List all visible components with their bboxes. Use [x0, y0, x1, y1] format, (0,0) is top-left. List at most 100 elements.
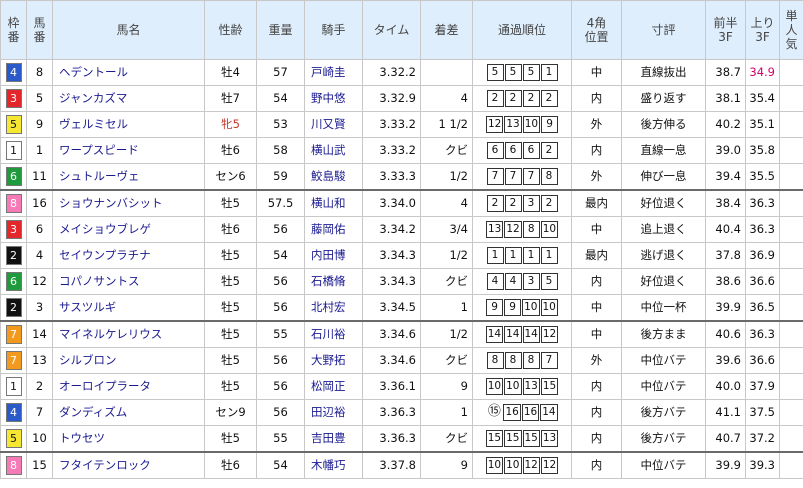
passing-box: 3	[522, 273, 540, 290]
passing-box: 9	[486, 299, 504, 316]
corner4-cell: 中	[571, 216, 622, 243]
horse-name-link[interactable]: ショウナンバシット	[52, 189, 205, 217]
jockey-link[interactable]: 大野拓	[304, 347, 363, 374]
last3f-cell: 35.8	[745, 137, 780, 164]
sexage-cell: 牡4	[204, 59, 257, 86]
horse-name-link[interactable]: トウセツ	[52, 425, 205, 453]
passing-box: 12	[522, 457, 540, 474]
passing-box: 6	[486, 142, 504, 159]
corner4-cell: 内	[571, 451, 622, 479]
table-row: 5 9 ヴェルミセル 牝5 53 川又賢 3.33.2 1 1/2 12 13 10 9 外後方伸る 40…	[0, 111, 803, 138]
jockey-link[interactable]: 石川裕	[304, 320, 363, 348]
jockey-link[interactable]: 横山和	[304, 189, 363, 217]
umaban-cell: 2	[26, 373, 53, 400]
passing-box: 10	[504, 457, 522, 474]
passing-box: ⑮	[487, 404, 501, 419]
horse-name-link[interactable]: オーロイプラータ	[52, 373, 205, 400]
first3f-cell: 39.0	[705, 137, 746, 164]
margin-cell: 1/2	[420, 242, 473, 269]
passing-box: 5	[504, 64, 522, 81]
passing-cell: ⑮ 16 16 14	[472, 399, 572, 426]
table-row: 3 5 ジャンカズマ 牡7 54 野中悠 3.32.9 4 2 2 2 2 内盛り返す 38.1 35.4	[0, 85, 803, 112]
header-row: 枠 番 馬 番 馬名 性齢 重量 騎手 タイム 着差 通過順位 4角 位置 寸評…	[0, 0, 803, 60]
horse-name-link[interactable]: フタイテンロック	[52, 451, 205, 479]
passing-box: 10	[540, 299, 558, 316]
weight-cell: 54	[256, 451, 305, 479]
pop-cell	[779, 373, 803, 400]
horse-name-link[interactable]: ヴェルミセル	[52, 111, 205, 138]
passing-box: 16	[521, 404, 540, 421]
passing-box: 8	[540, 168, 558, 185]
last3f-cell: 34.9	[745, 59, 780, 86]
jockey-link[interactable]: 戸崎圭	[304, 59, 363, 86]
horse-name-link[interactable]: コパノサントス	[52, 268, 205, 295]
margin-cell: 4	[420, 85, 473, 112]
horse-name-link[interactable]: マイネルケレリウス	[52, 320, 205, 348]
header-waku: 枠 番	[0, 0, 27, 60]
pop-cell	[779, 111, 803, 138]
horse-name-link[interactable]: ジャンカズマ	[52, 85, 205, 112]
umaban-cell: 14	[26, 320, 53, 348]
passing-box: 15	[504, 430, 522, 447]
sexage-cell: 牡5	[204, 294, 257, 322]
passing-order: 6662	[486, 142, 558, 159]
first3f-cell: 40.6	[705, 320, 746, 348]
jockey-link[interactable]: 藤岡佑	[304, 216, 363, 243]
weight-cell: 58	[256, 137, 305, 164]
passing-order: 5551	[486, 64, 558, 81]
passing-box: 9	[541, 116, 559, 133]
sexage-cell: 牡5	[204, 347, 257, 374]
jockey-link[interactable]: 横山武	[304, 137, 363, 164]
horse-name-link[interactable]: シルブロン	[52, 347, 205, 374]
passing-box: 7	[522, 168, 540, 185]
pop-cell	[779, 85, 803, 112]
horse-name-link[interactable]: シュトルーヴェ	[52, 163, 205, 191]
weight-cell: 55	[256, 320, 305, 348]
jockey-link[interactable]: 鮫島駿	[304, 163, 363, 191]
pop-cell	[779, 294, 803, 322]
horse-name-link[interactable]: ヘデントール	[52, 59, 205, 86]
jockey-link[interactable]: 北村宏	[304, 294, 363, 322]
first3f-cell: 39.4	[705, 163, 746, 191]
comment-cell: 伸び一息	[621, 163, 706, 191]
jockey-link[interactable]: 内田博	[304, 242, 363, 269]
jockey-link[interactable]: 川又賢	[304, 111, 363, 138]
horse-name-link[interactable]: ワープスピード	[52, 137, 205, 164]
time-cell: 3.34.3	[362, 268, 421, 295]
horse-name-link[interactable]: セイウンプラチナ	[52, 242, 205, 269]
horse-name-link[interactable]: メイショウブレゲ	[52, 216, 205, 243]
passing-order: 1111	[486, 247, 558, 264]
comment-cell: 直線一息	[621, 137, 706, 164]
waku-cell: 2	[0, 242, 27, 269]
passing-box: 15	[540, 378, 559, 395]
passing-order: 13 12 8 10	[485, 221, 559, 238]
jockey-link[interactable]: 田辺裕	[304, 399, 363, 426]
passing-box: 5	[522, 64, 540, 81]
passing-order: 10 10 12 12	[485, 457, 559, 474]
waku-cell: 7	[0, 347, 27, 374]
header-corner4: 4角 位置	[571, 0, 622, 60]
waku-cell: 3	[0, 85, 27, 112]
waku-cell: 7	[0, 320, 27, 348]
weight-cell: 55	[256, 425, 305, 453]
time-cell: 3.36.3	[362, 399, 421, 426]
passing-cell: 6662	[472, 137, 572, 164]
horse-name-link[interactable]: サスツルギ	[52, 294, 205, 322]
jockey-link[interactable]: 吉田豊	[304, 425, 363, 453]
passing-box: 14	[504, 326, 522, 343]
horse-name-link[interactable]: ダンディズム	[52, 399, 205, 426]
jockey-link[interactable]: 野中悠	[304, 85, 363, 112]
corner4-cell: 外	[571, 163, 622, 191]
header-sexage: 性齢	[204, 0, 257, 60]
pop-cell	[779, 137, 803, 164]
waku-badge: 5	[5, 115, 22, 134]
margin-cell: 1	[420, 399, 473, 426]
last3f-cell: 36.5	[745, 294, 780, 322]
passing-box: 2	[504, 90, 522, 107]
jockey-link[interactable]: 木幡巧	[304, 451, 363, 479]
jockey-link[interactable]: 松岡正	[304, 373, 363, 400]
jockey-link[interactable]: 石橋脩	[304, 268, 363, 295]
race-result-table: 枠 番 馬 番 馬名 性齢 重量 騎手 タイム 着差 通過順位 4角 位置 寸評…	[0, 0, 803, 479]
passing-box: 4	[504, 273, 522, 290]
waku-cell: 6	[0, 268, 27, 295]
